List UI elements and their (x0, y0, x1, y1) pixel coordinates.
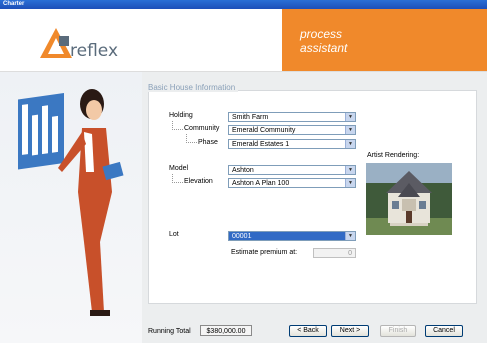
rendering-label: Artist Rendering: (367, 152, 420, 159)
lot-label: Lot (169, 231, 179, 238)
community-value: Emerald Community (232, 127, 296, 134)
chevron-down-icon[interactable]: ▼ (345, 166, 355, 174)
chevron-down-icon[interactable]: ▼ (345, 140, 355, 148)
community-label: Community (184, 125, 220, 132)
running-total-label: Running Total (148, 328, 191, 335)
chevron-down-icon[interactable]: ▼ (345, 232, 355, 240)
section-title: Basic House Information (148, 83, 239, 92)
lot-select[interactable]: 00001 ▼ (228, 231, 356, 241)
phase-label: Phase (198, 139, 218, 146)
window-title: Charter (3, 1, 25, 7)
tree-connector (186, 134, 197, 143)
logo-text: reflex (70, 41, 119, 61)
model-select[interactable]: Ashton ▼ (228, 165, 356, 175)
house-rendering-image (366, 163, 452, 235)
chevron-down-icon[interactable]: ▼ (345, 113, 355, 121)
elevation-label: Elevation (184, 178, 213, 185)
model-value: Ashton (232, 167, 254, 174)
back-button[interactable]: < Back (289, 325, 327, 337)
tagline-banner: process assistant (282, 9, 487, 71)
elevation-select[interactable]: Ashton A Plan 100 ▼ (228, 178, 356, 188)
cancel-button[interactable]: Cancel (425, 325, 463, 337)
model-label: Model (169, 165, 189, 172)
reflex-logo-icon (40, 28, 72, 58)
tree-connector (172, 174, 183, 183)
holding-select[interactable]: Smith Farm ▼ (228, 112, 356, 122)
premium-field[interactable]: 0 (313, 248, 356, 258)
assistant-illustration (18, 89, 124, 316)
lot-value: 00001 (232, 233, 252, 240)
title-bar: Charter (0, 0, 487, 9)
community-select[interactable]: Emerald Community ▼ (228, 125, 356, 135)
phase-value: Emerald Estates 1 (232, 141, 290, 148)
chevron-down-icon[interactable]: ▼ (345, 179, 355, 187)
premium-label: Estimate premium at: (231, 249, 298, 256)
running-total-value: $380,000.00 (200, 325, 252, 336)
next-button[interactable]: Next > (331, 325, 369, 337)
tree-connector (172, 121, 183, 130)
phase-select[interactable]: Emerald Estates 1 ▼ (228, 139, 356, 149)
tagline-line-1: process (300, 27, 343, 41)
tagline-line-2: assistant (300, 41, 348, 55)
chevron-down-icon[interactable]: ▼ (345, 126, 355, 134)
holding-label: Holding (169, 112, 193, 119)
app-window: Charter reflex process assistant Basic H… (0, 0, 487, 343)
finish-button[interactable]: Finish (380, 325, 416, 337)
holding-value: Smith Farm (232, 114, 269, 121)
elevation-value: Ashton A Plan 100 (232, 180, 290, 187)
